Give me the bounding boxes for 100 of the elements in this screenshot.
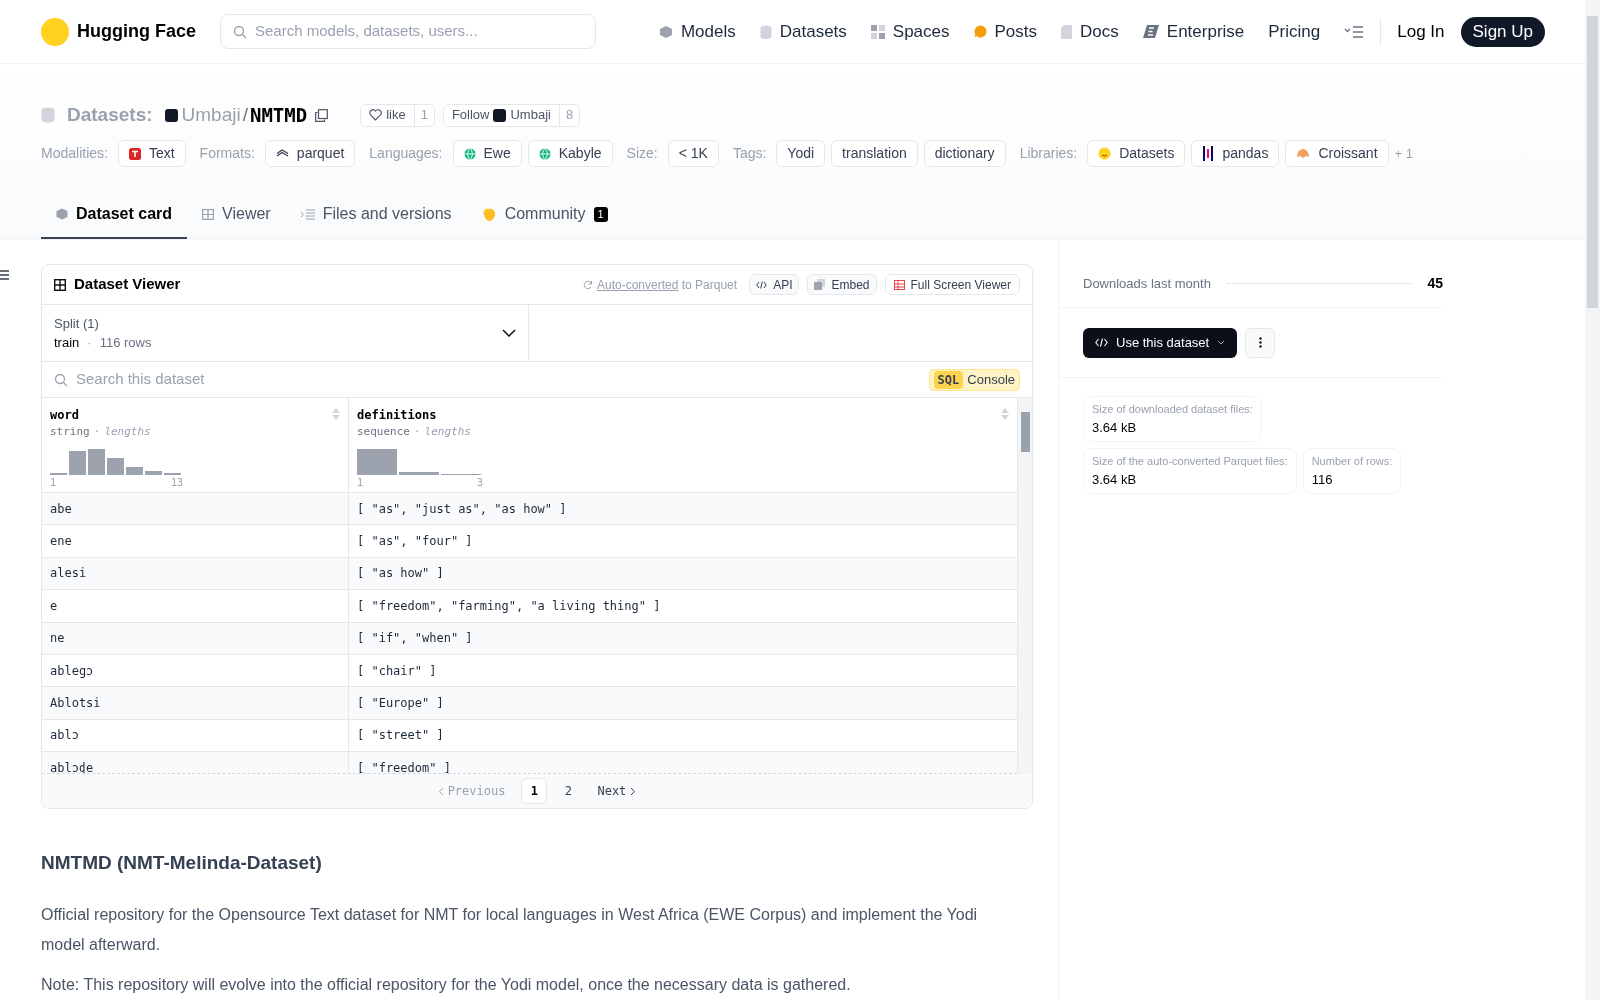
split-name: train: [54, 334, 80, 352]
search-field[interactable]: Search models, datasets, users...: [220, 14, 596, 49]
nav-link[interactable]: Pricing: [1268, 18, 1321, 45]
table-cell-text: [ "if", "when" ]: [356, 630, 474, 648]
column-name: definitions: [357, 407, 437, 424]
toolbar-button[interactable]: Embed: [807, 274, 877, 295]
database-icon: [41, 107, 55, 123]
menu-icon[interactable]: [1344, 25, 1365, 38]
signup-button[interactable]: Sign Up: [1460, 16, 1545, 47]
more-icon: [1258, 337, 1262, 348]
nav-link[interactable]: Models: [658, 18, 736, 45]
tab[interactable]: Files and versions: [285, 191, 467, 239]
scrollbar[interactable]: [1017, 398, 1032, 774]
more-options-button[interactable]: [1245, 327, 1276, 358]
table-cell-text: [ "street" ]: [356, 727, 445, 745]
table-cell: alesi: [42, 557, 349, 590]
tag-group-label: Libraries:: [1019, 144, 1078, 163]
tag-group-label: Modalities:: [41, 144, 108, 163]
column-name: word: [50, 407, 79, 424]
tag[interactable]: Kabyle: [527, 140, 613, 167]
search-icon: [54, 372, 68, 387]
nav-link[interactable]: Posts: [973, 18, 1038, 45]
paragraph: Note: This repository will evolve into the official repository for the Yodi model, once the necessary data is gathered.: [41, 974, 852, 995]
page-link[interactable]: 2: [555, 778, 582, 804]
sort-icon: [332, 408, 340, 420]
search-icon: [233, 24, 247, 39]
tag[interactable]: parquet: [264, 140, 356, 167]
table-cell: Ablotsi: [42, 687, 349, 719]
table-icon: [202, 208, 215, 220]
follow-button[interactable]: Follow Umbaji 8: [442, 103, 581, 127]
downloads-label: Downloads last month: [1083, 274, 1211, 293]
next-link[interactable]: Next: [589, 782, 645, 800]
search-input[interactable]: Search models, datasets, users...: [255, 20, 583, 43]
tag[interactable]: < 1K: [667, 140, 719, 167]
toolbar-button[interactable]: Full Screen Viewer: [884, 274, 1020, 295]
parquet-note: to Parquet: [681, 277, 738, 292]
refresh-icon: [583, 279, 593, 290]
range-max: 13: [170, 475, 183, 490]
code-icon: [1095, 338, 1108, 347]
page-link[interactable]: 1: [521, 778, 548, 804]
tag[interactable]: pandas: [1191, 140, 1280, 167]
stat-label: lengths: [104, 424, 151, 440]
tag[interactable]: Croissant: [1285, 140, 1389, 167]
cube-icon: [658, 24, 673, 39]
nav-link[interactable]: Spaces: [870, 18, 950, 45]
like-button[interactable]: like 1: [360, 103, 435, 127]
text-icon: [128, 147, 141, 160]
logo-icon[interactable]: [41, 17, 69, 46]
path-separator: /: [242, 102, 248, 127]
table-cell-text: [ "chair" ]: [356, 662, 438, 680]
tab[interactable]: Viewer: [187, 191, 286, 239]
dataset-name[interactable]: NMTMD: [249, 100, 308, 130]
card-heading: NMTMD (NMT-Melinda-Dataset): [41, 851, 323, 875]
tag[interactable]: Datasets: [1087, 140, 1186, 167]
nav-link[interactable]: Docs: [1061, 18, 1119, 45]
use-dataset-button[interactable]: Use this dataset: [1083, 327, 1238, 358]
stat-label: Number of rows:: [1311, 454, 1393, 469]
chevron-right-icon: [630, 786, 637, 796]
globe-icon: [463, 147, 476, 160]
range-max: 3: [476, 475, 483, 490]
parquet-icon: [275, 149, 289, 158]
stat-label: Size of downloaded dataset files:: [1092, 402, 1253, 417]
table-cell: ablɔ: [42, 719, 349, 752]
table-cell: ne: [42, 622, 349, 654]
smiley-icon: [1098, 147, 1112, 160]
enterprise-icon: [1142, 25, 1159, 38]
tab[interactable]: Community 1: [466, 191, 623, 239]
tag-group-label: Size:: [626, 144, 658, 163]
database-icon: [759, 24, 772, 39]
avatar-icon: [164, 108, 178, 122]
tag[interactable]: dictionary: [923, 140, 1006, 167]
toc-icon[interactable]: [0, 270, 9, 280]
brand-name[interactable]: Hugging Face: [77, 18, 196, 45]
toolbar-button[interactable]: API: [749, 274, 800, 295]
copy-icon: [315, 108, 329, 122]
nav-link[interactable]: Datasets: [759, 18, 847, 45]
tag[interactable]: Yodi: [776, 140, 826, 167]
tag[interactable]: Text: [117, 140, 186, 167]
chevron-down-icon: [502, 329, 516, 337]
caret-icon: [1217, 340, 1226, 345]
separator-dot: ·: [414, 424, 421, 440]
tab[interactable]: Dataset card: [41, 191, 188, 239]
nav-link[interactable]: Enterprise: [1142, 18, 1245, 45]
split-selector[interactable]: Split (1) train · 116 rows: [42, 305, 529, 361]
dataset-search-field[interactable]: Search this dataset: [76, 368, 921, 391]
avatar-icon: [493, 108, 507, 122]
table-cell-text: [ "as", "four" ]: [356, 533, 474, 551]
table-icon: [893, 279, 905, 290]
tag[interactable]: translation: [831, 140, 918, 167]
tag-group-label: Languages:: [369, 144, 443, 163]
separator-dot: ·: [87, 334, 92, 352]
count-badge: 1: [593, 206, 608, 222]
table-cell-text: [ "as", "just as", "as how" ]: [356, 500, 568, 518]
grid-icon: [870, 24, 885, 39]
table-cell-text: [ "Europe" ]: [356, 695, 445, 713]
sql-console-button[interactable]: SQL Console: [928, 368, 1020, 391]
viewer-title: Dataset Viewer: [74, 274, 181, 295]
page-scrollbar[interactable]: [1585, 0, 1600, 1000]
login-link[interactable]: Log In: [1397, 18, 1445, 45]
tag[interactable]: Ewe: [452, 140, 522, 167]
